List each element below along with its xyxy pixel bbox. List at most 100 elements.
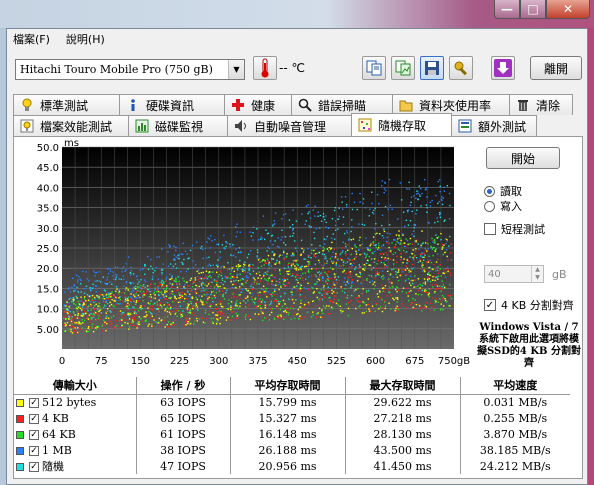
data-point bbox=[415, 241, 417, 243]
data-point bbox=[262, 310, 264, 313]
tab-file-benchmark[interactable]: 檔案效能測試 bbox=[13, 115, 129, 136]
data-point bbox=[252, 239, 254, 241]
data-point bbox=[362, 268, 364, 271]
tab-benchmark[interactable]: 標準測試 bbox=[13, 94, 120, 115]
data-point bbox=[381, 224, 383, 227]
copy-image-button[interactable] bbox=[391, 56, 415, 80]
data-point bbox=[114, 266, 117, 268]
data-point bbox=[130, 312, 133, 314]
data-point bbox=[383, 253, 385, 255]
data-point bbox=[150, 296, 152, 298]
size-cell[interactable]: ✓ 512 bytes bbox=[14, 394, 136, 410]
close-button[interactable]: ✕ bbox=[546, 0, 590, 19]
data-point bbox=[166, 310, 169, 313]
short-test-size-stepper[interactable]: 40 ▲ ▼ bbox=[484, 265, 544, 283]
size-cell[interactable]: ✓ 1 MB bbox=[14, 442, 136, 458]
data-point bbox=[410, 279, 413, 282]
data-point bbox=[378, 233, 381, 235]
speaker-icon bbox=[235, 120, 246, 132]
data-point bbox=[72, 277, 74, 280]
data-point bbox=[256, 283, 258, 285]
stepper-arrows-icon[interactable]: ▲ ▼ bbox=[531, 266, 543, 282]
data-point bbox=[365, 291, 368, 293]
size-cell[interactable]: ✓ 隨機 bbox=[14, 458, 136, 474]
series-visible-checkbox[interactable]: ✓ bbox=[29, 462, 39, 472]
data-point bbox=[193, 323, 195, 325]
data-point bbox=[102, 306, 105, 309]
data-point bbox=[189, 323, 191, 325]
data-point bbox=[341, 201, 343, 203]
tab-error-scan[interactable]: 錯誤掃瞄 bbox=[291, 94, 393, 115]
menu-help[interactable]: 說明(H) bbox=[66, 31, 105, 47]
data-point bbox=[365, 262, 368, 265]
data-point bbox=[321, 310, 323, 312]
data-point bbox=[96, 326, 99, 328]
alignment-checkbox[interactable]: ✓ 4 KB 分割對齊 bbox=[484, 297, 574, 313]
data-point bbox=[400, 199, 403, 201]
avg-access-cell: 26.188 ms bbox=[229, 442, 345, 458]
data-point bbox=[237, 280, 240, 282]
data-point bbox=[413, 195, 415, 197]
data-point bbox=[121, 324, 123, 327]
tab-noise-management[interactable]: 自動噪音管理 bbox=[227, 115, 352, 136]
menu-file[interactable]: 檔案(F) bbox=[13, 31, 50, 47]
data-point bbox=[443, 244, 445, 246]
data-point bbox=[396, 301, 398, 303]
data-point bbox=[363, 279, 365, 281]
data-point bbox=[233, 307, 236, 310]
data-point bbox=[437, 243, 439, 245]
chevron-down-icon[interactable]: ▼ bbox=[228, 60, 244, 79]
data-point bbox=[156, 256, 158, 258]
x-tick-label: 750gB bbox=[438, 356, 470, 367]
size-cell[interactable]: ✓ 4 KB bbox=[14, 410, 136, 426]
data-point bbox=[268, 261, 270, 264]
data-point bbox=[326, 278, 329, 280]
tab-info[interactable]: 硬碟資訊 bbox=[119, 94, 225, 115]
data-point bbox=[331, 292, 333, 295]
tab-folder-usage[interactable]: 資料夾使用率 bbox=[392, 94, 510, 115]
data-point bbox=[129, 296, 132, 298]
data-point bbox=[107, 293, 110, 295]
title-bar[interactable]: — □ ✕ bbox=[0, 0, 594, 28]
minimize-button[interactable]: — bbox=[494, 0, 520, 19]
start-button[interactable]: 開始 bbox=[486, 147, 560, 169]
tab-random-access[interactable]: 隨機存取 bbox=[351, 113, 452, 136]
data-point bbox=[264, 289, 267, 291]
drive-select[interactable]: Hitachi Touro Mobile Pro (750 gB) ▼ bbox=[15, 59, 245, 80]
data-point bbox=[115, 290, 117, 293]
save-button[interactable] bbox=[420, 56, 444, 80]
series-visible-checkbox[interactable]: ✓ bbox=[29, 413, 39, 424]
series-visible-checkbox[interactable]: ✓ bbox=[29, 429, 39, 440]
tab-disk-monitor[interactable]: 磁碟監視 bbox=[128, 115, 228, 136]
series-visible-checkbox[interactable]: ✓ bbox=[29, 445, 39, 456]
tab-health[interactable]: 健康 bbox=[224, 94, 292, 115]
size-cell[interactable]: ✓ 64 KB bbox=[14, 426, 136, 442]
tab-erase[interactable]: 清除 bbox=[509, 94, 573, 115]
data-point bbox=[307, 269, 310, 271]
options-button[interactable] bbox=[449, 56, 473, 80]
data-point bbox=[268, 264, 270, 267]
exit-button[interactable]: 離開 bbox=[530, 56, 582, 80]
data-point bbox=[341, 259, 343, 261]
thermometer-button[interactable] bbox=[253, 56, 277, 80]
tab-extra-tests[interactable]: 額外測試 bbox=[451, 115, 537, 136]
series-visible-checkbox[interactable]: ✓ bbox=[29, 397, 39, 408]
copy-text-button[interactable] bbox=[362, 56, 386, 80]
data-point bbox=[412, 306, 414, 309]
data-point bbox=[188, 285, 190, 287]
data-point bbox=[147, 268, 150, 271]
data-point bbox=[235, 226, 237, 228]
data-point bbox=[449, 235, 451, 238]
read-radio[interactable]: 讀取 bbox=[484, 183, 522, 199]
data-point bbox=[421, 230, 423, 232]
data-point bbox=[218, 289, 220, 291]
download-button[interactable] bbox=[491, 56, 515, 80]
data-point bbox=[280, 314, 282, 316]
data-point bbox=[373, 277, 375, 279]
short-test-checkbox[interactable]: 短程測試 bbox=[484, 221, 545, 237]
maximize-button[interactable]: □ bbox=[520, 0, 546, 19]
data-point bbox=[67, 309, 70, 311]
data-point bbox=[274, 290, 276, 293]
write-radio[interactable]: 寫入 bbox=[484, 198, 522, 214]
data-point bbox=[198, 280, 201, 283]
